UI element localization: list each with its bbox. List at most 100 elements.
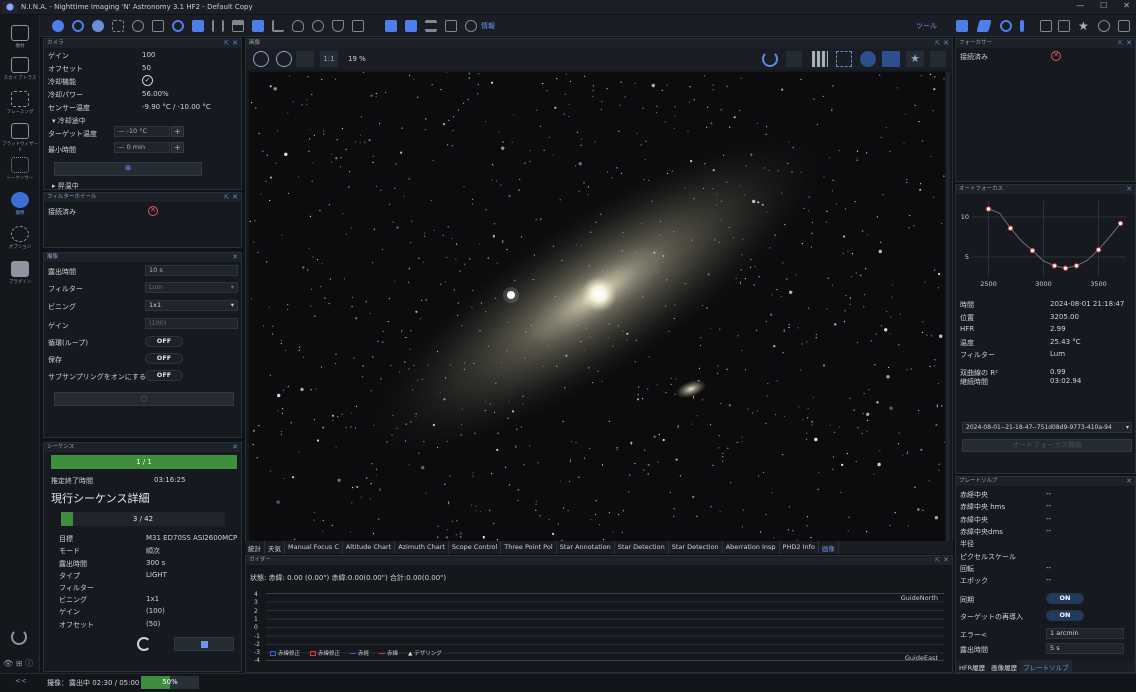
maximize-icon[interactable]: ☐	[1100, 1, 1107, 10]
disconnect-icon[interactable]: ✕	[1051, 51, 1061, 61]
tab-azimuth-chart[interactable]: Azimuth Chart	[395, 541, 449, 554]
dome-icon[interactable]	[232, 20, 244, 32]
ruler-icon[interactable]	[976, 20, 992, 32]
minimize-icon[interactable]: —	[1076, 1, 1084, 10]
focus-icon[interactable]	[1058, 20, 1070, 32]
grid-icon[interactable]	[1118, 20, 1130, 32]
camera-icon[interactable]	[52, 20, 64, 32]
crosshair-icon[interactable]	[956, 20, 968, 32]
close-panel-icon[interactable]: ✕	[232, 443, 238, 452]
tab-star-detection[interactable]: Star Detection	[615, 541, 669, 554]
annotate-stars-icon[interactable]: ★	[906, 51, 924, 67]
framing-icon[interactable]	[112, 20, 124, 32]
close-panel-icon[interactable]: ✕	[232, 253, 238, 262]
subsample-toggle[interactable]: OFF	[145, 370, 183, 381]
fit-to-screen-icon[interactable]	[296, 51, 314, 67]
stretch-icon[interactable]	[882, 51, 900, 67]
pin-icon[interactable]: ⇱	[935, 39, 940, 48]
exposure-field[interactable]: 10 s	[145, 265, 238, 276]
zoom-in-icon[interactable]	[253, 51, 269, 67]
pen-icon[interactable]	[1040, 20, 1052, 32]
pin-icon[interactable]: ⇱	[935, 556, 940, 565]
brush-icon[interactable]	[1020, 20, 1024, 32]
autofocus-run-select[interactable]: 2024-08-01--21-18-47--751d08d9-9773-410a…	[962, 422, 1132, 433]
vertical-scrollbar[interactable]	[946, 72, 950, 545]
switch-icon[interactable]	[252, 20, 264, 32]
sync-toggle[interactable]: ON	[1046, 593, 1084, 604]
refresh-icon[interactable]	[132, 20, 144, 32]
collapse-icon[interactable]: <<	[15, 677, 27, 685]
start-autofocus-button[interactable]: オートフォーカス開始	[962, 439, 1132, 452]
pin-icon[interactable]: ⇱	[224, 193, 229, 202]
telescope-icon[interactable]	[152, 20, 164, 32]
tab-star-annotation[interactable]: Star Annotation	[557, 541, 615, 554]
cooling-expander[interactable]: ▾ 冷却途中	[52, 116, 86, 126]
image-icon[interactable]	[445, 20, 457, 32]
power-icon[interactable]	[11, 629, 27, 645]
crosshair-overlay-icon[interactable]	[860, 51, 876, 67]
search-icon[interactable]	[1000, 20, 1012, 32]
tools-label[interactable]: ツール	[916, 21, 937, 31]
actual-size-button[interactable]: 1:1	[320, 51, 338, 67]
nav-equipment[interactable]: 機材	[0, 25, 40, 49]
puzzle-icon[interactable]	[405, 20, 417, 32]
reslew-toggle[interactable]: ON	[1046, 610, 1084, 621]
target-temp-field[interactable]: — -10 °C	[114, 126, 170, 137]
nav-framing[interactable]: フレーミング	[0, 91, 40, 115]
loop-toggle[interactable]: OFF	[145, 336, 183, 347]
detect-stars-icon[interactable]	[836, 51, 852, 67]
close-panel-icon[interactable]: ✕	[1126, 39, 1132, 48]
info-label[interactable]: 情報	[481, 21, 495, 31]
tab-three-point-polar[interactable]: Three Point Pol	[501, 541, 557, 554]
tab-image-history[interactable]: 画像履歴	[988, 660, 1020, 672]
tab-weather[interactable]: 天気	[265, 541, 285, 554]
layers-icon[interactable]	[425, 20, 437, 32]
footer-icons[interactable]: 👁 ⊞ ⓘ	[3, 658, 33, 669]
tab-phd2-info[interactable]: PHD2 Info	[780, 541, 819, 554]
rotator-icon[interactable]	[92, 20, 104, 32]
lightbulb-icon[interactable]	[312, 20, 324, 32]
tab-hfr-history[interactable]: HFR履歴	[956, 660, 988, 672]
flip-icon[interactable]	[786, 51, 802, 67]
filter-select[interactable]: Lum ▾	[145, 282, 238, 293]
nav-plugins[interactable]: プラグイン	[0, 261, 40, 285]
nav-skyatlas[interactable]: スカイ アトラス	[0, 57, 40, 81]
close-panel-icon[interactable]: ✕	[1126, 477, 1132, 486]
pin-icon[interactable]: ⇱	[1118, 39, 1123, 48]
disconnect-icon[interactable]: ✕	[148, 206, 158, 216]
close-panel-icon[interactable]: ✕	[1126, 185, 1132, 194]
start-cooling-button[interactable]: ❄	[54, 162, 202, 176]
tab-image[interactable]: 画像	[819, 541, 839, 554]
binning-select[interactable]: 1x1 ▾	[145, 300, 238, 311]
tab-aberration-inspector[interactable]: Aberration Insp	[723, 541, 780, 554]
ps-exposure-field[interactable]: 5 s	[1046, 643, 1124, 654]
tab-plate-solve[interactable]: プレートソルブ	[1020, 660, 1072, 672]
info-icon[interactable]	[465, 20, 477, 32]
close-panel-icon[interactable]: ✕	[943, 39, 949, 48]
start-capture-button[interactable]: ◌	[54, 392, 234, 406]
plugin-icon[interactable]	[385, 20, 397, 32]
target-icon[interactable]	[172, 20, 184, 32]
rotate-icon[interactable]	[762, 51, 778, 67]
tab-altitude-chart[interactable]: Altitude Chart	[343, 541, 396, 554]
nav-options[interactable]: オプション	[0, 226, 40, 250]
increase-temp-button[interactable]: +	[171, 126, 184, 137]
tab-statistics[interactable]: 統計	[245, 541, 265, 554]
nav-sequencer[interactable]: シーケンサー	[0, 157, 40, 181]
flat-device-icon[interactable]	[352, 20, 364, 32]
tab-scope-control[interactable]: Scope Control	[449, 541, 502, 554]
close-icon[interactable]: ✕	[1123, 1, 1130, 10]
zoom-out-icon[interactable]	[276, 51, 292, 67]
nav-flatwizard[interactable]: フラットウィザード	[0, 123, 40, 153]
increase-time-button[interactable]: +	[171, 142, 184, 153]
tab-manual-focus[interactable]: Manual Focus C	[285, 541, 343, 554]
warming-expander[interactable]: ▸ 昇温中	[52, 181, 79, 191]
weather-icon[interactable]	[292, 20, 304, 32]
error-field[interactable]: 1 arcmin	[1046, 628, 1124, 639]
min-time-field[interactable]: — 0 min	[114, 142, 170, 153]
star-icon[interactable]: ★	[1078, 20, 1090, 32]
save-toggle[interactable]: OFF	[145, 353, 183, 364]
close-panel-icon[interactable]: ✕	[232, 39, 238, 48]
stop-sequence-button[interactable]	[174, 637, 234, 651]
nav-imaging[interactable]: 撮像	[0, 192, 40, 216]
